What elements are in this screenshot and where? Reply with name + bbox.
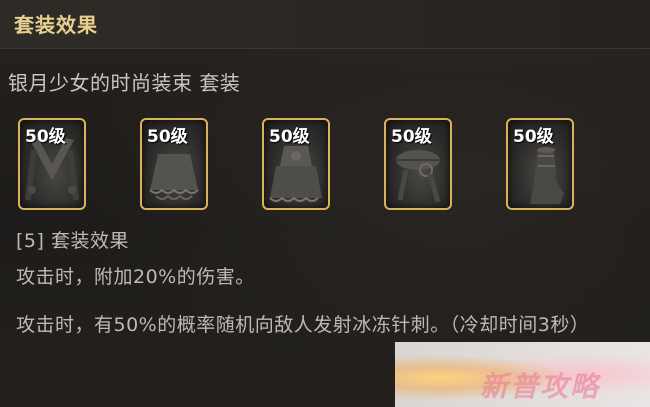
panel-title: 套装效果: [14, 13, 98, 37]
set-name: 银月少女的时尚装束 套装: [8, 71, 241, 95]
item-level-3: 50级: [269, 127, 310, 147]
set-item-slot-5[interactable]: 50级: [506, 118, 574, 210]
set-item-slot-4[interactable]: 50级: [384, 118, 452, 210]
set-effect-panel: 套装效果 银月少女的时尚装束 套装 50级 50级 50级 50级 50级 [5…: [0, 0, 650, 407]
panel-header: 套装效果: [0, 0, 650, 49]
set-bonus-effect-1: 攻击时，附加20%的伤害。: [16, 266, 255, 288]
item-level-4: 50级: [391, 127, 432, 147]
watermark-text: 新普攻略: [480, 370, 601, 403]
set-bonus-effect-2: 攻击时，有50%的概率随机向敌人发射冰冻针刺。（冷却时间3秒）: [16, 314, 590, 336]
set-item-slot-2[interactable]: 50级: [140, 118, 208, 210]
item-level-1: 50级: [25, 127, 66, 147]
item-level-5: 50级: [513, 127, 554, 147]
item-level-2: 50级: [147, 127, 188, 147]
set-item-slot-1[interactable]: 50级: [18, 118, 86, 210]
set-item-slot-3[interactable]: 50级: [262, 118, 330, 210]
set-bonus-title: [5] 套装效果: [16, 230, 129, 252]
